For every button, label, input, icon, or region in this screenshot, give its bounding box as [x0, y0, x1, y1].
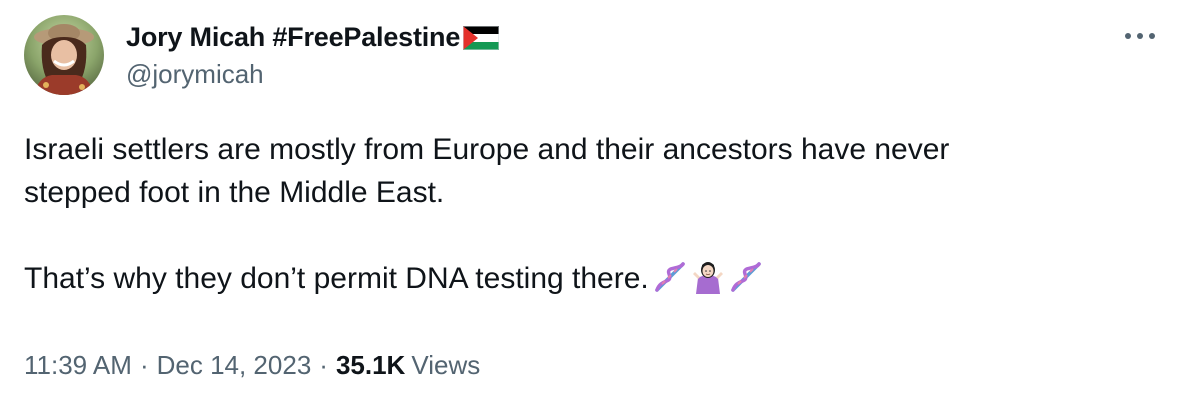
avatar-photo [24, 15, 104, 95]
more-options-button[interactable] [1122, 26, 1158, 46]
tweet-text-line: That’s why they don’t permit DNA testing… [24, 262, 649, 295]
views-count[interactable]: 35.1K [336, 350, 405, 381]
tweet-text-line: Israeli settlers are mostly from Europe … [24, 133, 950, 166]
display-name[interactable]: Jory Micah #FreePalestine [126, 22, 460, 53]
views-label[interactable]: Views [411, 350, 480, 381]
person-shrugging-icon [691, 260, 725, 294]
more-horizontal-icon [1125, 33, 1155, 39]
tweet-text-line-with-emoji: That’s why they don’t permit DNA testing… [24, 257, 1144, 300]
tweet-text: Israeli settlers are mostly from Europe … [24, 128, 1144, 300]
tweet-card: Jory Micah #FreePalestine @jorymicah Isr… [0, 0, 1180, 408]
palestine-flag-icon [463, 26, 500, 50]
tweet-meta: 11:39 AM · Dec 14, 2023 · 35.1K Views [24, 350, 480, 381]
meta-separator: · [319, 350, 328, 380]
user-handle[interactable]: @jorymicah [126, 59, 499, 90]
dna-icon [729, 260, 763, 294]
tweet-time[interactable]: 11:39 AM [24, 350, 132, 381]
tweet-text-line: stepped foot in the Middle East. [24, 176, 445, 209]
meta-separator: · [139, 350, 149, 380]
avatar[interactable] [24, 15, 104, 95]
dna-icon [653, 260, 687, 294]
tweet-date[interactable]: Dec 14, 2023 [157, 350, 312, 381]
author-block: Jory Micah #FreePalestine @jorymicah [126, 17, 500, 90]
display-name-row[interactable]: Jory Micah #FreePalestine [126, 17, 500, 57]
